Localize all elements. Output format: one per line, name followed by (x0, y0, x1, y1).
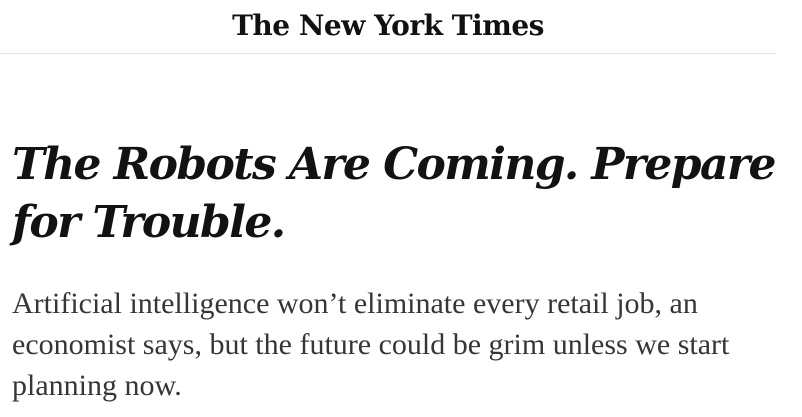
article-summary: Artificial intelligence won’t eliminate … (12, 287, 730, 402)
article-headline: The Robots Are Coming. Prepare for Troub… (12, 139, 776, 248)
masthead: The New York Times (0, 0, 776, 54)
nyt-logo[interactable]: The New York Times (0, 9, 776, 43)
